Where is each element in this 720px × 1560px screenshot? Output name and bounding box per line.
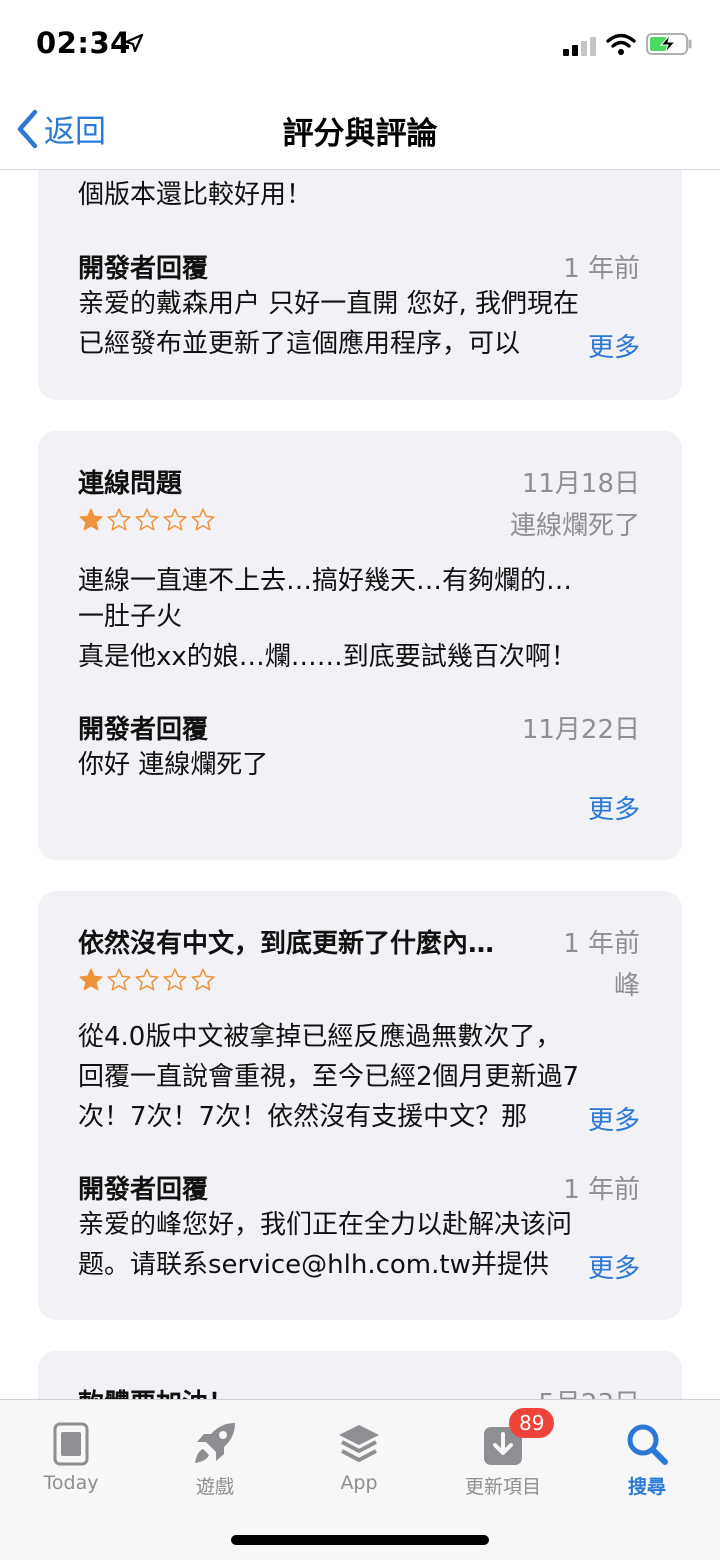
star-empty-icon (107, 508, 131, 531)
star-empty-icon (163, 508, 187, 531)
star-rating (78, 967, 216, 993)
review-card: 個版本還比較好用！ 開發者回覆 1 年前 亲爱的戴森用户 只好一直開 您好, 我… (38, 170, 682, 400)
tab-label: 遊戲 (195, 1476, 234, 1498)
more-link[interactable]: 更多 (573, 327, 640, 364)
review-body-line: 連線一直連不上去…搞好幾天…有夠爛的… (78, 566, 573, 596)
review-body-line: 一肚子火 (78, 602, 183, 632)
today-icon (53, 1422, 89, 1466)
home-indicator[interactable] (231, 1535, 489, 1545)
reply-body-line: 亲爱的戴森用户 只好一直開 您好, 我們現在 (78, 289, 580, 319)
star-empty-icon (191, 508, 215, 531)
search-icon (627, 1424, 668, 1465)
developer-reply-label: 開發者回覆 (78, 715, 209, 745)
review-list[interactable]: 個版本還比較好用！ 開發者回覆 1 年前 亲爱的戴森用户 只好一直開 您好, 我… (0, 170, 720, 1399)
review-body-line: 從4.0版中文被拿掉已經反應過無數次了， (78, 1022, 562, 1052)
tab-today[interactable]: Today (11, 1414, 131, 1494)
tab-label: App (340, 1472, 378, 1494)
location-arrow-icon (124, 33, 144, 53)
review-title: 軟體要加油！ (78, 1383, 234, 1399)
tab-search[interactable]: 搜尋 (587, 1414, 707, 1499)
reply-date: 11月22日 (521, 715, 640, 745)
more-link[interactable]: 更多 (573, 1248, 640, 1285)
status-time: 02:34 (36, 26, 131, 60)
status-bar: 02:34 (0, 0, 720, 90)
reply-body-line: 亲爱的峰您好，我们正在全力以赴解决该问 (78, 1210, 573, 1240)
tab-updates[interactable]: 89 更新項目 (443, 1408, 563, 1499)
wifi-icon (606, 33, 636, 55)
review-card: 連線問題 11月18日 連線爛死了 連線一直連不上去…搞好幾天…有夠爛的… 一肚… (38, 431, 682, 860)
star-filled-icon (79, 968, 103, 991)
star-empty-icon (191, 968, 215, 991)
updates-badge: 89 (509, 1408, 555, 1438)
review-date: 5月23日 (538, 1383, 640, 1399)
review-body-line: 次！7次！7次！依然沒有支援中文？那 (78, 1102, 528, 1132)
developer-reply-label: 開發者回覆 (78, 254, 209, 284)
review-date: 11月18日 (521, 469, 640, 499)
star-empty-icon (163, 968, 187, 991)
cellular-signal-icon (563, 37, 596, 56)
rocket-icon (195, 1423, 235, 1463)
reply-date: 1 年前 (563, 254, 640, 284)
page-title: 評分與評論 (282, 116, 438, 152)
tab-apps[interactable]: App (299, 1414, 419, 1494)
reply-body-line: 已經發布並更新了這個應用程序，可以 (78, 329, 521, 359)
more-link[interactable]: 更多 (573, 789, 640, 826)
navigation-bar: 返回 評分與評論 (0, 90, 720, 170)
review-body-line: 回覆一直說會重視，至今已經2個月更新過7 (78, 1062, 580, 1092)
star-empty-icon (135, 968, 159, 991)
review-title: 連線問題 (78, 469, 183, 499)
reply-date: 1 年前 (563, 1175, 640, 1205)
reply-body-line: 你好 連線爛死了 (78, 750, 269, 780)
tab-label: 搜尋 (627, 1476, 666, 1498)
review-card: 依然沒有中文，到底更新了什麼內… 1 年前 峰 從4.0版中文被拿掉已經反應過無… (38, 891, 682, 1320)
developer-reply-label: 開發者回覆 (78, 1175, 209, 1205)
battery-charging-icon (646, 33, 692, 55)
review-author: 峰 (613, 971, 640, 1001)
star-empty-icon (107, 968, 131, 991)
tab-label: 更新項目 (464, 1476, 541, 1498)
review-date: 1 年前 (563, 929, 640, 959)
review-body-line: 真是他xx的娘…爛……到底要試幾百次啊！ (78, 642, 577, 672)
review-card: 軟體要加油！ 5月23日 (38, 1351, 682, 1399)
layers-icon (339, 1425, 379, 1462)
tab-games[interactable]: 遊戲 (155, 1414, 275, 1499)
tab-label: Today (43, 1472, 99, 1494)
review-body-line: 個版本還比較好用！ (78, 180, 313, 210)
more-link[interactable]: 更多 (573, 1100, 640, 1137)
review-title: 依然沒有中文，到底更新了什麼內… (78, 929, 495, 959)
review-author: 連線爛死了 (509, 511, 640, 541)
star-empty-icon (135, 508, 159, 531)
star-filled-icon (79, 508, 103, 531)
star-rating (78, 507, 216, 533)
reply-body-line: 题。请联系service@hlh.com.tw并提供 (78, 1250, 549, 1280)
